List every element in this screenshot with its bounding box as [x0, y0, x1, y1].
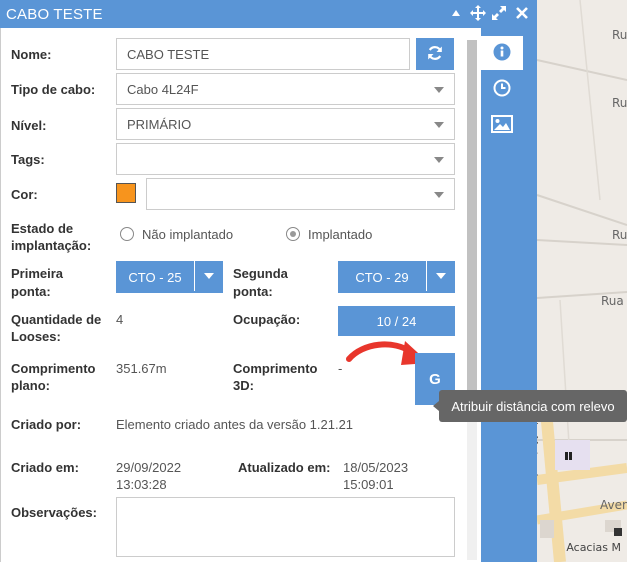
primeira-ponta-dropdown[interactable]: CTO - 25: [116, 261, 223, 293]
primeira-ponta-label-line1: Primeira: [11, 266, 64, 281]
tooltip-text: Atribuir distância com relevo: [451, 398, 615, 414]
tipo-cabo-value: Cabo 4L24F: [127, 81, 199, 97]
atualizado-em-label: Atualizado em:: [238, 460, 331, 475]
criado-por-label: Criado por:: [11, 417, 82, 432]
nivel-select[interactable]: PRIMÁRIO: [116, 108, 455, 140]
panel-titlebar[interactable]: CABO TESTE: [0, 0, 537, 28]
map-street-label: Rua: [601, 294, 624, 308]
scroll-thumb[interactable]: [467, 40, 477, 400]
expand-icon[interactable]: [490, 4, 508, 22]
quantidade-looses-value: 4: [116, 312, 124, 327]
segunda-ponta-value: CTO - 29: [355, 269, 409, 285]
tipo-cabo-label: Tipo de cabo:: [11, 82, 96, 97]
map-street-label: Rua: [612, 228, 627, 242]
tooltip: Atribuir distância com relevo: [433, 390, 627, 422]
ocupacao-button[interactable]: 10 / 24: [338, 306, 455, 336]
cable-panel: CABO TESTE Nome: CABO TESTE Tipo de cabo…: [0, 0, 537, 562]
nome-input[interactable]: CABO TESTE: [116, 38, 410, 70]
estado-label-line1: Estado de: [11, 221, 74, 236]
quantidade-looses-label-line2: Looses:: [11, 329, 61, 344]
criado-por-value: Elemento criado antes da versão 1.21.21: [116, 417, 354, 432]
comprimento-plano-label-line1: Comprimento: [11, 361, 96, 376]
quantidade-looses-label-line1: Quantidade de: [11, 312, 102, 327]
tags-select[interactable]: [116, 143, 455, 175]
map-place-label: Acacias M: [566, 541, 621, 554]
chevron-down-icon: [434, 157, 444, 163]
assign-relief-distance-label: G: [429, 370, 441, 388]
nome-value: CABO TESTE: [127, 46, 210, 62]
refresh-button[interactable]: [416, 38, 454, 70]
refresh-icon: [427, 45, 443, 64]
image-icon: [491, 114, 513, 136]
criado-em-date: 29/09/2022: [116, 460, 182, 475]
form-scrollbar[interactable]: [467, 40, 477, 560]
side-tab-history[interactable]: [481, 72, 523, 106]
ocupacao-value: 10 / 24: [376, 313, 417, 329]
side-tab-images[interactable]: [481, 108, 523, 142]
cor-select[interactable]: [146, 178, 455, 210]
info-icon: [493, 43, 511, 64]
move-icon[interactable]: [469, 4, 487, 22]
map-street-label: Aven: [600, 498, 627, 512]
close-icon[interactable]: [513, 4, 531, 22]
observacoes-label: Observações:: [11, 505, 97, 520]
chevron-down-icon: [434, 122, 444, 128]
radio-implantado[interactable]: [286, 227, 300, 241]
criado-em-time: 13:03:28: [116, 477, 167, 492]
chevron-down-icon: [434, 87, 444, 93]
comprimento-plano-value: 351.67m: [116, 361, 167, 376]
chevron-down-icon[interactable]: [426, 261, 455, 291]
comprimento-3d-value: -: [338, 361, 343, 376]
clock-icon: [493, 79, 511, 100]
radio-nao-implantado[interactable]: [120, 227, 134, 241]
panel-title: CABO TESTE: [6, 6, 103, 23]
primeira-ponta-label-line2: ponta:: [11, 284, 51, 299]
estado-label-line2: implantação:: [11, 238, 92, 253]
segunda-ponta-label-line1: Segunda: [233, 266, 288, 281]
side-tab-info[interactable]: [481, 36, 523, 70]
tipo-cabo-select[interactable]: Cabo 4L24F: [116, 73, 455, 105]
criado-em-label: Criado em:: [11, 460, 79, 475]
radio-implantado-label[interactable]: Implantado: [308, 227, 372, 243]
chevron-down-icon: [434, 192, 444, 198]
segunda-ponta-label-line2: ponta:: [233, 284, 273, 299]
nivel-label: Nível:: [11, 118, 47, 133]
comprimento-3d-label-line2: 3D:: [233, 378, 254, 393]
primeira-ponta-value: CTO - 25: [128, 269, 182, 285]
nome-label: Nome:: [11, 47, 52, 62]
ocupacao-label: Ocupação:: [233, 312, 301, 327]
color-swatch[interactable]: [116, 183, 136, 203]
caret-up-icon[interactable]: [447, 4, 465, 22]
atualizado-em-date: 18/05/2023: [343, 460, 409, 475]
comprimento-3d-label-line1: Comprimento: [233, 361, 318, 376]
radio-nao-implantado-label[interactable]: Não implantado: [142, 227, 233, 243]
atualizado-em-time: 15:09:01: [343, 477, 394, 492]
nivel-value: PRIMÁRIO: [127, 116, 192, 132]
observacoes-textarea[interactable]: [116, 497, 455, 557]
tags-label: Tags:: [11, 152, 45, 167]
cor-label: Cor:: [11, 187, 38, 202]
map-street-label: Ru: [612, 28, 627, 42]
segunda-ponta-dropdown[interactable]: CTO - 29: [338, 261, 455, 293]
chevron-down-icon[interactable]: [194, 261, 223, 291]
comprimento-plano-label-line2: plano:: [11, 378, 50, 393]
map-street-label: Ru: [612, 96, 627, 110]
side-tabbar: [481, 28, 537, 562]
